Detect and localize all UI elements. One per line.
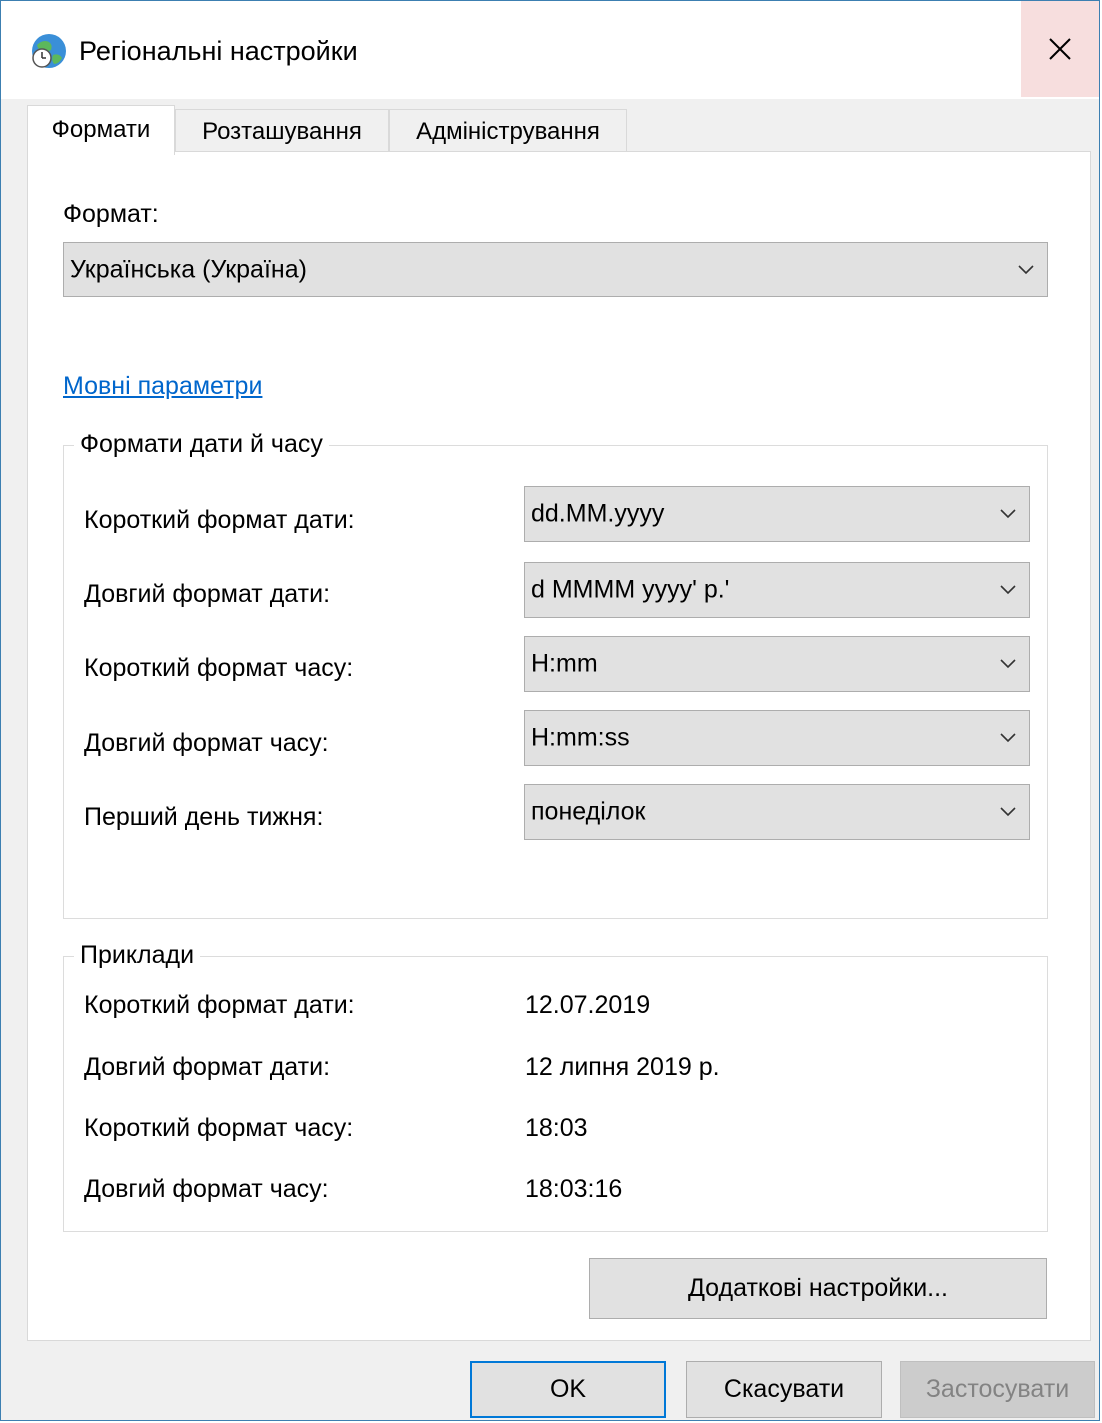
apply-button[interactable]: Застосувати <box>900 1361 1095 1418</box>
chevron-down-icon <box>1000 733 1016 743</box>
long-date-value: d MMMM yyyy' р.' <box>531 575 730 604</box>
cancel-button[interactable]: Скасувати <box>686 1361 882 1418</box>
short-time-label: Короткий формат часу: <box>84 654 354 682</box>
chevron-down-icon <box>1000 585 1016 595</box>
example-long-date-label: Довгий формат дати: <box>84 1053 331 1081</box>
short-date-value: dd.MM.yyyy <box>531 499 665 528</box>
tab-administrative[interactable]: Адміністрування <box>389 109 627 153</box>
window-title: Регіональні настройки <box>79 36 358 66</box>
long-time-label: Довгий формат часу: <box>84 729 329 757</box>
example-short-date-label: Короткий формат дати: <box>84 991 355 1019</box>
long-date-select[interactable]: d MMMM yyyy' р.' <box>524 562 1030 618</box>
ok-button[interactable]: OK <box>470 1361 666 1418</box>
chevron-down-icon <box>1000 509 1016 519</box>
example-short-time-value: 18:03 <box>525 1114 588 1142</box>
examples-group: Приклади Короткий формат дати: 12.07.201… <box>63 938 1048 1232</box>
chevron-down-icon <box>1000 659 1016 669</box>
long-time-value: H:mm:ss <box>531 723 630 752</box>
first-day-select[interactable]: понеділок <box>524 784 1030 840</box>
example-long-time-label: Довгий формат часу: <box>84 1175 329 1203</box>
long-date-label: Довгий формат дати: <box>84 580 331 608</box>
example-short-date-value: 12.07.2019 <box>525 991 651 1019</box>
tab-formats[interactable]: Формати <box>27 105 175 155</box>
tab-location[interactable]: Розташування <box>175 109 389 153</box>
short-time-value: H:mm <box>531 649 598 678</box>
example-long-date-value: 12 липня 2019 р. <box>525 1053 720 1081</box>
example-short-time-label: Короткий формат часу: <box>84 1114 354 1142</box>
language-settings-link[interactable]: Мовні параметри <box>63 370 262 402</box>
long-time-select[interactable]: H:mm:ss <box>524 710 1030 766</box>
additional-settings-button[interactable]: Додаткові настройки... <box>589 1258 1047 1319</box>
date-time-formats-group: Формати дати й часу Короткий формат дати… <box>63 427 1048 919</box>
title-bar: Регіональні настройки <box>1 1 1099 99</box>
formats-panel: Формат: Українська (Україна) Мовні парам… <box>27 151 1091 1341</box>
short-time-select[interactable]: H:mm <box>524 636 1030 692</box>
examples-group-title: Приклади <box>74 938 201 972</box>
date-time-group-title: Формати дати й часу <box>74 427 329 461</box>
format-label: Формат: <box>63 200 159 228</box>
short-date-select[interactable]: dd.MM.yyyy <box>524 486 1030 542</box>
first-day-label: Перший день тижня: <box>84 803 324 831</box>
dialog-window: Регіональні настройки Формати Розташуван… <box>0 0 1100 1421</box>
globe-clock-icon <box>32 34 66 68</box>
format-select-value: Українська (Україна) <box>70 255 307 283</box>
format-select[interactable]: Українська (Україна) <box>63 242 1048 297</box>
chevron-down-icon <box>1000 807 1016 817</box>
close-button[interactable] <box>1021 1 1099 97</box>
short-date-label: Короткий формат дати: <box>84 506 355 534</box>
close-icon <box>1049 38 1071 60</box>
example-long-time-value: 18:03:16 <box>525 1175 623 1203</box>
first-day-value: понеділок <box>531 797 646 826</box>
chevron-down-icon <box>1018 264 1034 274</box>
